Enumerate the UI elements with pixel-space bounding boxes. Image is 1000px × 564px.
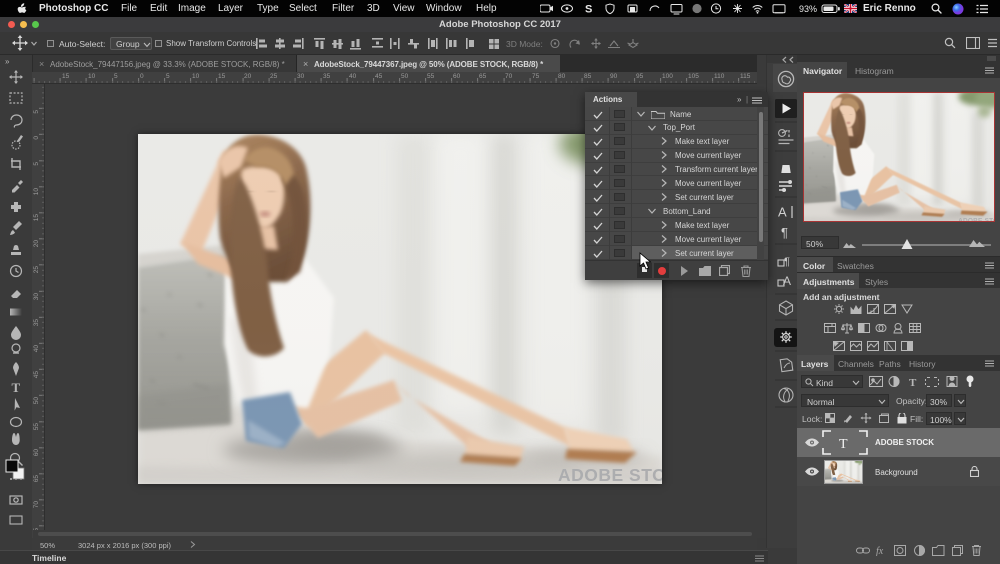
svg-text:T: T — [909, 377, 917, 389]
svg-text:¶: ¶ — [781, 225, 788, 240]
svg-text:S: S — [585, 4, 592, 16]
svg-text:93%: 93% — [799, 4, 817, 14]
svg-text:¶: ¶ — [784, 256, 790, 268]
svg-text:3D Mode:: 3D Mode: — [506, 39, 543, 49]
svg-text:A: A — [778, 205, 787, 220]
svg-text:fx: fx — [876, 546, 884, 556]
svg-text:T: T — [12, 380, 21, 395]
svg-text:T: T — [839, 437, 848, 452]
